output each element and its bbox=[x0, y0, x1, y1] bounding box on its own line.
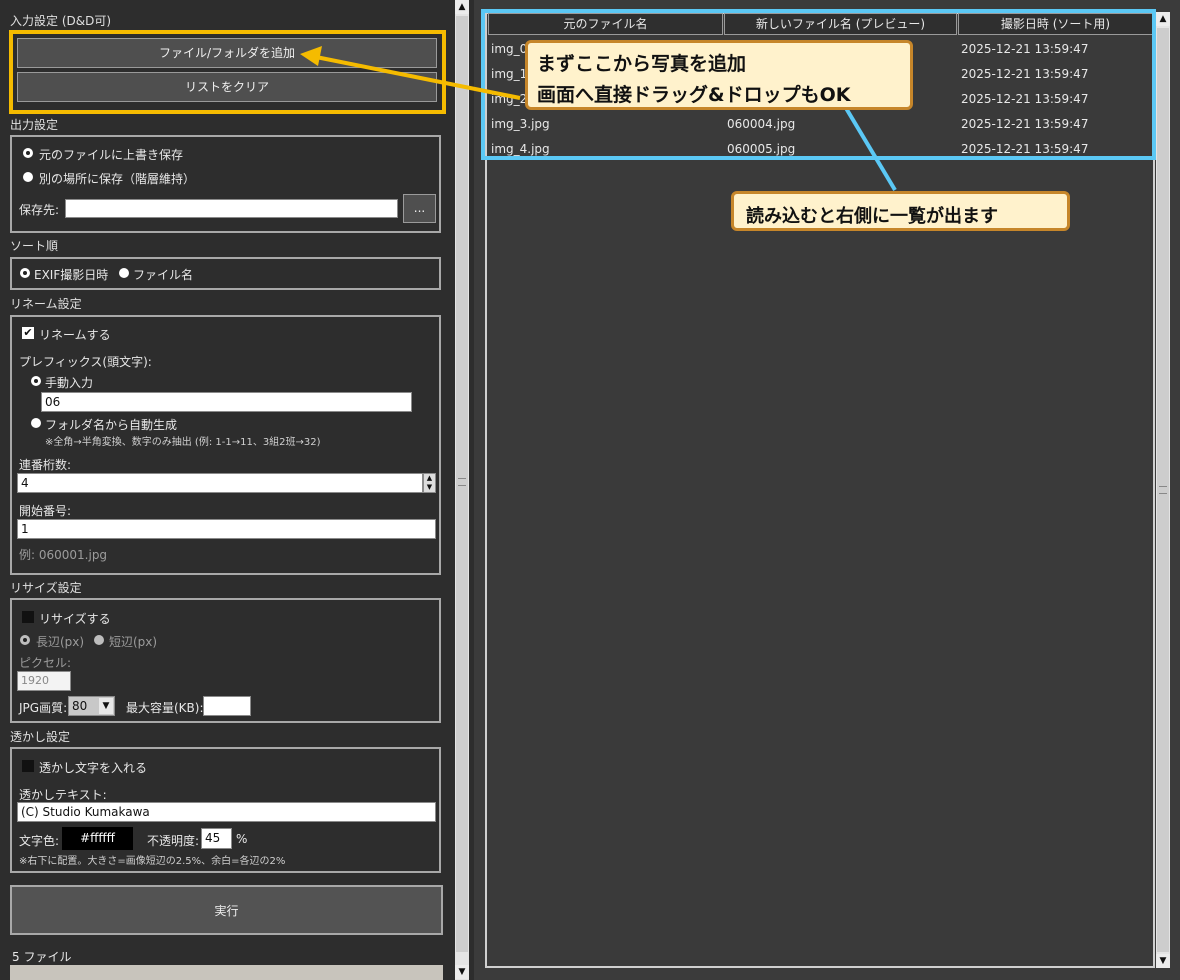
callout-add-photos-line1: まずここから写真を追加 bbox=[537, 53, 747, 75]
callout-list-appears: 読み込むと右側に一覧が出ます bbox=[731, 191, 1070, 231]
yellow-arrow-line bbox=[315, 55, 521, 100]
callout-add-photos-line2: 画面へ直接ドラッグ&ドロップもOK bbox=[537, 84, 851, 106]
callout-add-photos: まずここから写真を追加 画面へ直接ドラッグ&ドロップもOK bbox=[525, 40, 913, 110]
yellow-arrow-head bbox=[300, 46, 322, 66]
callout-list-appears-text: 読み込むと右側に一覧が出ます bbox=[746, 206, 998, 227]
annotation-arrows bbox=[300, 46, 897, 192]
